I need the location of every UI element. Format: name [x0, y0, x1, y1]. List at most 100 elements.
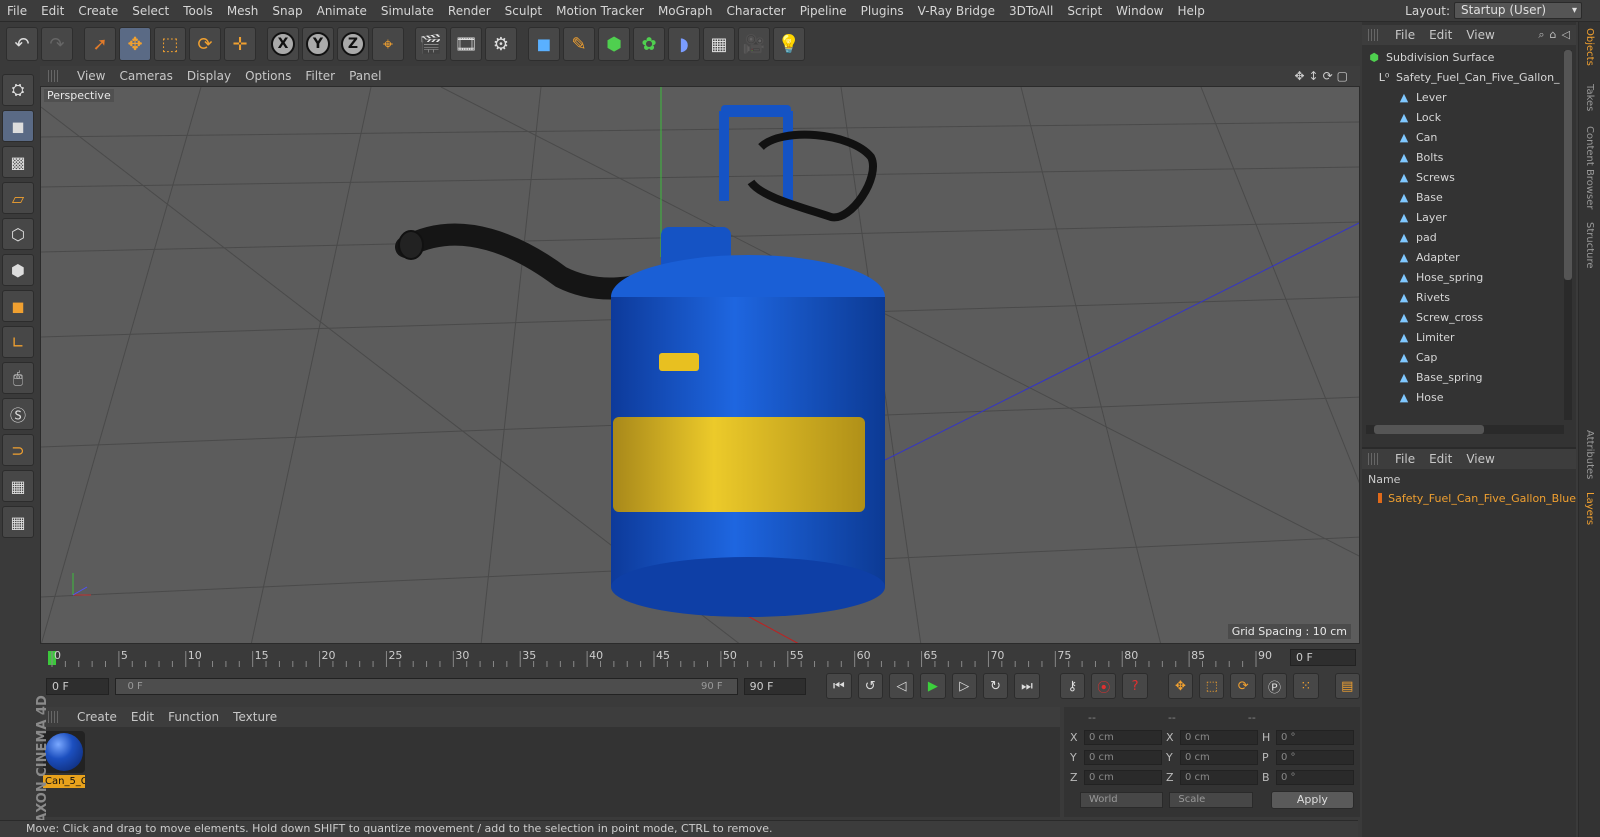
deformer-button[interactable]: ◗: [668, 27, 700, 61]
viewport-menu-cameras[interactable]: Cameras: [112, 69, 179, 83]
layer-item[interactable]: Safety_Fuel_Can_Five_Gallon_Blue: [1362, 489, 1576, 507]
object-item[interactable]: ▲ Layer: [1362, 207, 1562, 227]
menu-pipeline[interactable]: Pipeline: [793, 0, 854, 22]
motion-record-button[interactable]: ⚷: [1059, 673, 1086, 699]
object-item[interactable]: ▲ Hose_spring: [1362, 267, 1562, 287]
start-frame-field[interactable]: 0 F: [46, 677, 109, 695]
object-item[interactable]: ▲ Hose: [1362, 387, 1562, 407]
key-pla-button[interactable]: ⁙: [1293, 673, 1319, 699]
menu-create[interactable]: Create: [71, 0, 125, 22]
scrollbar-thumb[interactable]: [1374, 425, 1484, 434]
play-button[interactable]: ▶: [920, 673, 946, 699]
next-key-button[interactable]: ↻: [982, 673, 1009, 699]
objects-menu-edit[interactable]: Edit: [1422, 28, 1459, 42]
object-item[interactable]: ▲ Base_spring: [1362, 367, 1562, 387]
size-mode-dropdown[interactable]: Scale: [1169, 792, 1253, 808]
key-scale-button[interactable]: ⬚: [1199, 673, 1225, 699]
object-item[interactable]: ▲ Lever: [1362, 87, 1562, 107]
panel-grip-icon[interactable]: [1368, 29, 1380, 41]
lock-workplane-button[interactable]: ▦: [2, 470, 34, 502]
objects-horizontal-scrollbar[interactable]: [1366, 425, 1564, 434]
material-menu-function[interactable]: Function: [161, 710, 226, 724]
rotation-h-field[interactable]: 0 °: [1276, 729, 1354, 745]
orbit-icon[interactable]: ⟳: [1323, 69, 1333, 83]
menu-vray-bridge[interactable]: V-Ray Bridge: [911, 0, 1002, 22]
viewport-menu-display[interactable]: Display: [180, 69, 238, 83]
axis-mode-button[interactable]: ∟: [2, 326, 34, 358]
snap-button[interactable]: Ⓢ: [2, 398, 34, 430]
undo-button[interactable]: ↶: [6, 27, 38, 61]
render-view-button[interactable]: 🎬: [415, 27, 447, 61]
menu-mograph[interactable]: MoGraph: [651, 0, 720, 22]
size-x-field[interactable]: 0 cm: [1180, 729, 1258, 745]
object-item[interactable]: ▲ Screw_cross: [1362, 307, 1562, 327]
viewport-menu-panel[interactable]: Panel: [342, 69, 388, 83]
menu-tools[interactable]: Tools: [176, 0, 220, 22]
viewport-menu-options[interactable]: Options: [238, 69, 298, 83]
coordinate-system-button[interactable]: ⌖: [372, 27, 404, 61]
object-item[interactable]: ▲ Cap: [1362, 347, 1562, 367]
layers-menu-edit[interactable]: Edit: [1422, 452, 1459, 466]
make-editable-button[interactable]: ⛭: [2, 74, 34, 106]
pen-button[interactable]: ✎: [563, 27, 595, 61]
menu-snap[interactable]: Snap: [265, 0, 309, 22]
model-mode-button[interactable]: ◼: [2, 110, 34, 142]
home-icon[interactable]: ⌂: [1550, 28, 1557, 42]
subdivision-button[interactable]: ⬢: [598, 27, 630, 61]
object-item[interactable]: ▲ Adapter: [1362, 247, 1562, 267]
render-picture-viewer-button[interactable]: 🎞: [450, 27, 482, 61]
live-selection-button[interactable]: ➚: [84, 27, 116, 61]
position-y-field[interactable]: 0 cm: [1084, 749, 1162, 765]
menu-script[interactable]: Script: [1060, 0, 1109, 22]
pan-icon[interactable]: ✥: [1294, 69, 1304, 83]
search-icon[interactable]: ⌕: [1538, 28, 1544, 42]
object-item[interactable]: ▲ Limiter: [1362, 327, 1562, 347]
back-icon[interactable]: ◁: [1562, 28, 1570, 42]
objects-menu-view[interactable]: View: [1459, 28, 1501, 42]
viewport-menu-view[interactable]: View: [70, 69, 112, 83]
object-item[interactable]: ▲ Bolts: [1362, 147, 1562, 167]
edges-mode-button[interactable]: ⬢: [2, 254, 34, 286]
x-axis-button[interactable]: X: [267, 27, 299, 61]
object-item[interactable]: ▲ Screws: [1362, 167, 1562, 187]
viewport-menu-filter[interactable]: Filter: [298, 69, 342, 83]
y-axis-button[interactable]: Y: [302, 27, 334, 61]
key-parameter-button[interactable]: Ⓟ: [1261, 673, 1288, 699]
menu-plugins[interactable]: Plugins: [854, 0, 911, 22]
scale-tool-button[interactable]: ⬚: [154, 27, 186, 61]
end-frame-field[interactable]: 90 F: [743, 677, 807, 695]
current-frame-field[interactable]: 0 F: [1290, 649, 1356, 666]
timeline[interactable]: 0 5 10 15 20 25 30 35 40 45 50 55 60 65 70 75 80 85 90 0 F: [40, 647, 1360, 669]
texture-mode-button[interactable]: ▩: [2, 146, 34, 178]
menu-animate[interactable]: Animate: [310, 0, 374, 22]
autokey-button[interactable]: ?: [1122, 673, 1148, 699]
material-menu-create[interactable]: Create: [70, 710, 124, 724]
menu-render[interactable]: Render: [441, 0, 498, 22]
light-button[interactable]: 💡: [773, 27, 805, 61]
move-tool-button[interactable]: ✥: [119, 27, 151, 61]
object-item[interactable]: ▲ Rivets: [1362, 287, 1562, 307]
timeline-window-button[interactable]: ▤: [1334, 673, 1360, 699]
viewport-3d[interactable]: Perspective Grid Spacing : 10 cm: [40, 86, 1360, 644]
prev-key-button[interactable]: ↺: [857, 673, 883, 699]
menu-simulate[interactable]: Simulate: [374, 0, 441, 22]
rotate-tool-button[interactable]: ⟳: [189, 27, 221, 61]
polygons-mode-button[interactable]: ◼: [2, 290, 34, 322]
objects-vertical-scrollbar[interactable]: [1564, 50, 1572, 420]
apply-button[interactable]: Apply: [1270, 791, 1354, 809]
object-item[interactable]: ▲ Lock: [1362, 107, 1562, 127]
layout-dropdown[interactable]: Startup (User): [1454, 2, 1582, 19]
object-item[interactable]: L⁰ Safety_Fuel_Can_Five_Gallon_: [1362, 67, 1562, 87]
layers-menu-file[interactable]: File: [1388, 452, 1422, 466]
coordinate-mode-dropdown[interactable]: World: [1080, 792, 1164, 808]
menu-motion-tracker[interactable]: Motion Tracker: [549, 0, 651, 22]
prev-frame-button[interactable]: ◁: [888, 673, 915, 699]
object-item[interactable]: ⬢ Subdivision Surface: [1362, 47, 1562, 67]
material-menu-texture[interactable]: Texture: [226, 710, 284, 724]
menu-edit[interactable]: Edit: [34, 0, 71, 22]
menu-3dtoall[interactable]: 3DToAll: [1002, 0, 1060, 22]
transform-tool-button[interactable]: ✛: [224, 27, 256, 61]
panel-grip-icon[interactable]: [48, 70, 60, 82]
object-item[interactable]: ▲ pad: [1362, 227, 1562, 247]
object-item[interactable]: ▲ Can: [1362, 127, 1562, 147]
